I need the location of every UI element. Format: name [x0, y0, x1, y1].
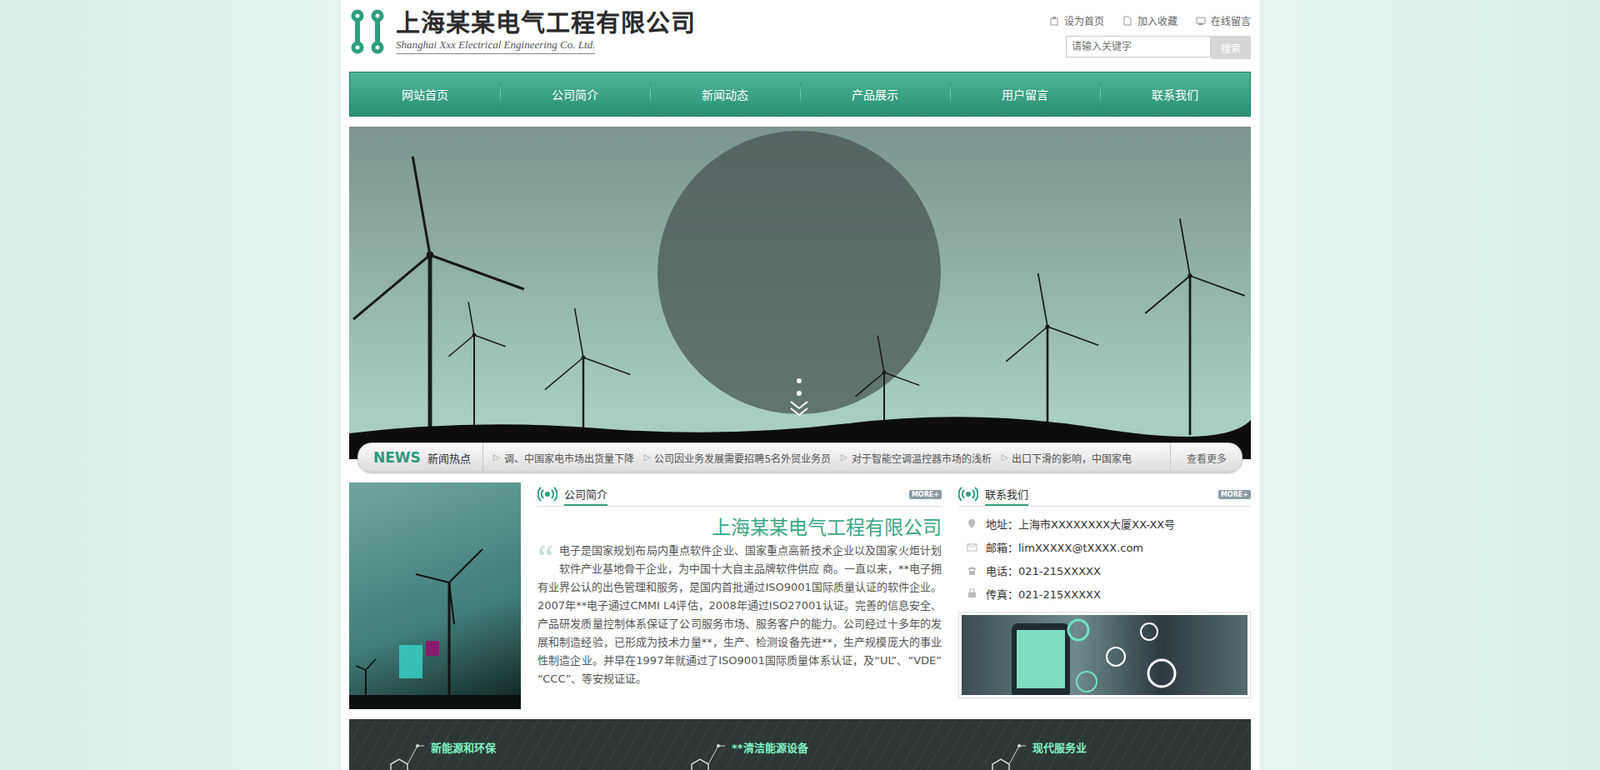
nav-item[interactable]: 联系我们 — [1100, 72, 1250, 116]
feature-strip: 新能源和环保 **清洁能源设备 现代服务业 — [349, 719, 1251, 770]
contact-picture — [958, 611, 1251, 699]
news-item-text[interactable]: 公司因业务发展需要招聘5名外贸业务员 — [654, 450, 831, 465]
feature-title[interactable]: 新能源和环保 — [430, 739, 496, 755]
fax-icon — [966, 588, 978, 600]
feature-title[interactable]: 现代服务业 — [1032, 739, 1087, 755]
header-link-label[interactable]: 设为首页 — [1064, 13, 1105, 28]
contact-row: 邮箱：limXXXXX@tXXXX.com — [958, 535, 1251, 559]
header: 上海某某电气工程有限公司Shanghai Xxx Electrical Engi… — [349, 0, 1251, 72]
header-link-label[interactable]: 在线留言 — [1210, 13, 1251, 28]
news-item-text[interactable]: 调、中国家电市场出货量下降 — [504, 450, 635, 465]
bookmark-icon — [1122, 15, 1133, 26]
logo[interactable]: 上海某某电气工程有限公司Shanghai Xxx Electrical Engi… — [349, 0, 696, 55]
hexagon-icon — [675, 739, 725, 770]
intro-text: “电子是国家规划布局内重点软件企业、国家重点高新技术企业以及国家火炬计划软件产业… — [537, 541, 942, 689]
more-button[interactable]: MORE+ — [1218, 490, 1251, 500]
contact-text: 邮箱：limXXXXX@tXXXX.com — [985, 539, 1144, 555]
news-item[interactable]: ▷出口下滑的影响，中国家电 — [1001, 450, 1133, 465]
nav-item[interactable]: 新闻动态 — [650, 72, 800, 116]
more-button[interactable]: MORE+ — [909, 490, 942, 500]
nav-item[interactable]: 网站首页 — [350, 72, 500, 116]
intro-picture — [349, 482, 521, 710]
page: 上海某某电气工程有限公司Shanghai Xxx Electrical Engi… — [340, 0, 1260, 770]
news-item[interactable]: ▷ 调、中国家电市场出货量下降 — [493, 450, 635, 465]
intro-section: 公司简介 MORE+ 上海某某电气工程有限公司“电子是国家规划布局内重点软件企业、国… — [537, 482, 942, 710]
intro-heading: 上海某某电气工程有限公司 — [537, 515, 942, 540]
mobile-technology-picture — [961, 615, 1190, 695]
feature-item[interactable]: 新能源和环保 — [374, 739, 625, 770]
feature-item[interactable]: **清洁能源设备 — [675, 739, 925, 770]
hexagon-icon — [374, 739, 425, 770]
hexagon-icon — [975, 739, 1026, 770]
content-columns: 公司简介 MORE+ 上海某某电气工程有限公司“电子是国家规划布局内重点软件企业、国… — [349, 482, 1251, 710]
nav-item[interactable]: 产品展示 — [800, 72, 950, 116]
feature-item[interactable]: 现代服务业 — [975, 739, 1226, 770]
search-box: 搜索 — [1065, 35, 1251, 60]
contact-rows: 地址：上海市XXXXXXXX大厦XX-XX号邮箱：limXXXXX@tXXXX.… — [958, 506, 1251, 605]
news-bullet: ▷ — [840, 450, 848, 465]
news-item-text[interactable]: 出口下滑的影响，中国家电 — [1011, 450, 1132, 465]
company-title: 上海某某电气工程有限公司 — [395, 8, 696, 39]
news-label: NEWS 新闻热点 — [358, 443, 484, 472]
intro-paragraph: 电子是国家规划布局内重点软件企业、国家重点高新技术企业以及国家火炬计划软件产业基… — [537, 544, 942, 685]
contact-row: 地址：上海市XXXXXXXX大厦XX-XX号 — [958, 511, 1251, 535]
contact-text: 传真：021-215XXXXX — [985, 585, 1101, 602]
news-label-en: NEWS — [373, 449, 421, 466]
news-ticker: NEWS新闻热点▷调、中国家电市场出货量下降▷公司因业务发展需要招聘5名外贸业务… — [357, 442, 1243, 473]
header-tools: 设为首页 加入收藏 在线留言搜索 — [1049, 0, 1251, 60]
header-link[interactable]: 在线留言 — [1195, 13, 1251, 28]
news-label-cn: 新闻热点 — [427, 450, 471, 466]
feature-title[interactable]: **清洁能源设备 — [731, 739, 809, 755]
search-input[interactable] — [1065, 35, 1211, 58]
contact-text: 地址：上海市XXXXXXXX大厦XX-XX号 — [985, 515, 1175, 532]
message-icon — [1195, 15, 1206, 26]
news-bullet: ▷ — [644, 450, 651, 465]
contact-picture-inner — [961, 615, 1248, 695]
news-item[interactable]: ▷对于智能空调温控器市场的浅析 — [840, 450, 992, 465]
company-subtitle: Shanghai Xxx Electrical Engineering Co. … — [395, 38, 595, 55]
section-title: 联系我们 — [985, 482, 1029, 506]
header-links: 设为首页 加入收藏 在线留言 — [1049, 13, 1251, 28]
search-button[interactable]: 搜索 — [1210, 35, 1251, 60]
section-title: 公司简介 — [564, 482, 608, 506]
news-item-text[interactable]: 对于智能空调温控器市场的浅析 — [851, 450, 992, 465]
nav-item[interactable]: 公司简介 — [500, 72, 650, 116]
logo-text: 上海某某电气工程有限公司Shanghai Xxx Electrical Engi… — [395, 8, 696, 55]
contact-text: 电话：021-215XXXXX — [985, 562, 1101, 579]
logo-icon — [349, 9, 386, 55]
contact-row: 传真：021-215XXXXX — [958, 581, 1251, 605]
contact-row: 电话：021-215XXXXX — [958, 558, 1251, 582]
contact-section: 联系我们 MORE+ 地址：上海市XXXXXXXX大厦XX-XX号邮箱：limXXX… — [958, 482, 1251, 710]
news-bullet: ▷ — [493, 450, 500, 465]
header-link-label[interactable]: 加入收藏 — [1137, 13, 1178, 28]
nav-item[interactable]: 用户留言 — [950, 72, 1100, 116]
news-items: ▷调、中国家电市场出货量下降▷公司因业务发展需要招聘5名外贸业务员▷对于智能空调… — [483, 450, 1170, 465]
wind-turbine-banner — [349, 126, 1251, 460]
signal-icon — [537, 486, 558, 502]
main-nav: 网站首页公司简介新闻动态产品展示用户留言联系我们 — [349, 71, 1251, 117]
quote-mark: “ — [537, 541, 555, 564]
section-header: 公司简介 MORE+ — [537, 482, 942, 507]
banner-area: NEWS新闻热点▷调、中国家电市场出货量下降▷公司因业务发展需要招聘5名外贸业务… — [349, 126, 1251, 460]
location-icon — [966, 518, 978, 530]
news-item[interactable]: ▷公司因业务发展需要招聘5名外贸业务员 — [644, 450, 831, 465]
section-header: 联系我们 MORE+ — [958, 482, 1251, 507]
news-bullet: ▷ — [1001, 450, 1009, 465]
mail-icon — [966, 541, 978, 553]
phone-icon — [966, 565, 978, 576]
signal-icon — [958, 486, 979, 502]
homepage-icon — [1049, 15, 1060, 26]
news-more[interactable]: 查看更多 — [1170, 443, 1242, 472]
header-link[interactable]: 设为首页 — [1049, 13, 1105, 28]
wind-turbine-picture — [349, 482, 521, 710]
header-link[interactable]: 加入收藏 — [1122, 13, 1178, 28]
banner-image — [349, 126, 1251, 460]
